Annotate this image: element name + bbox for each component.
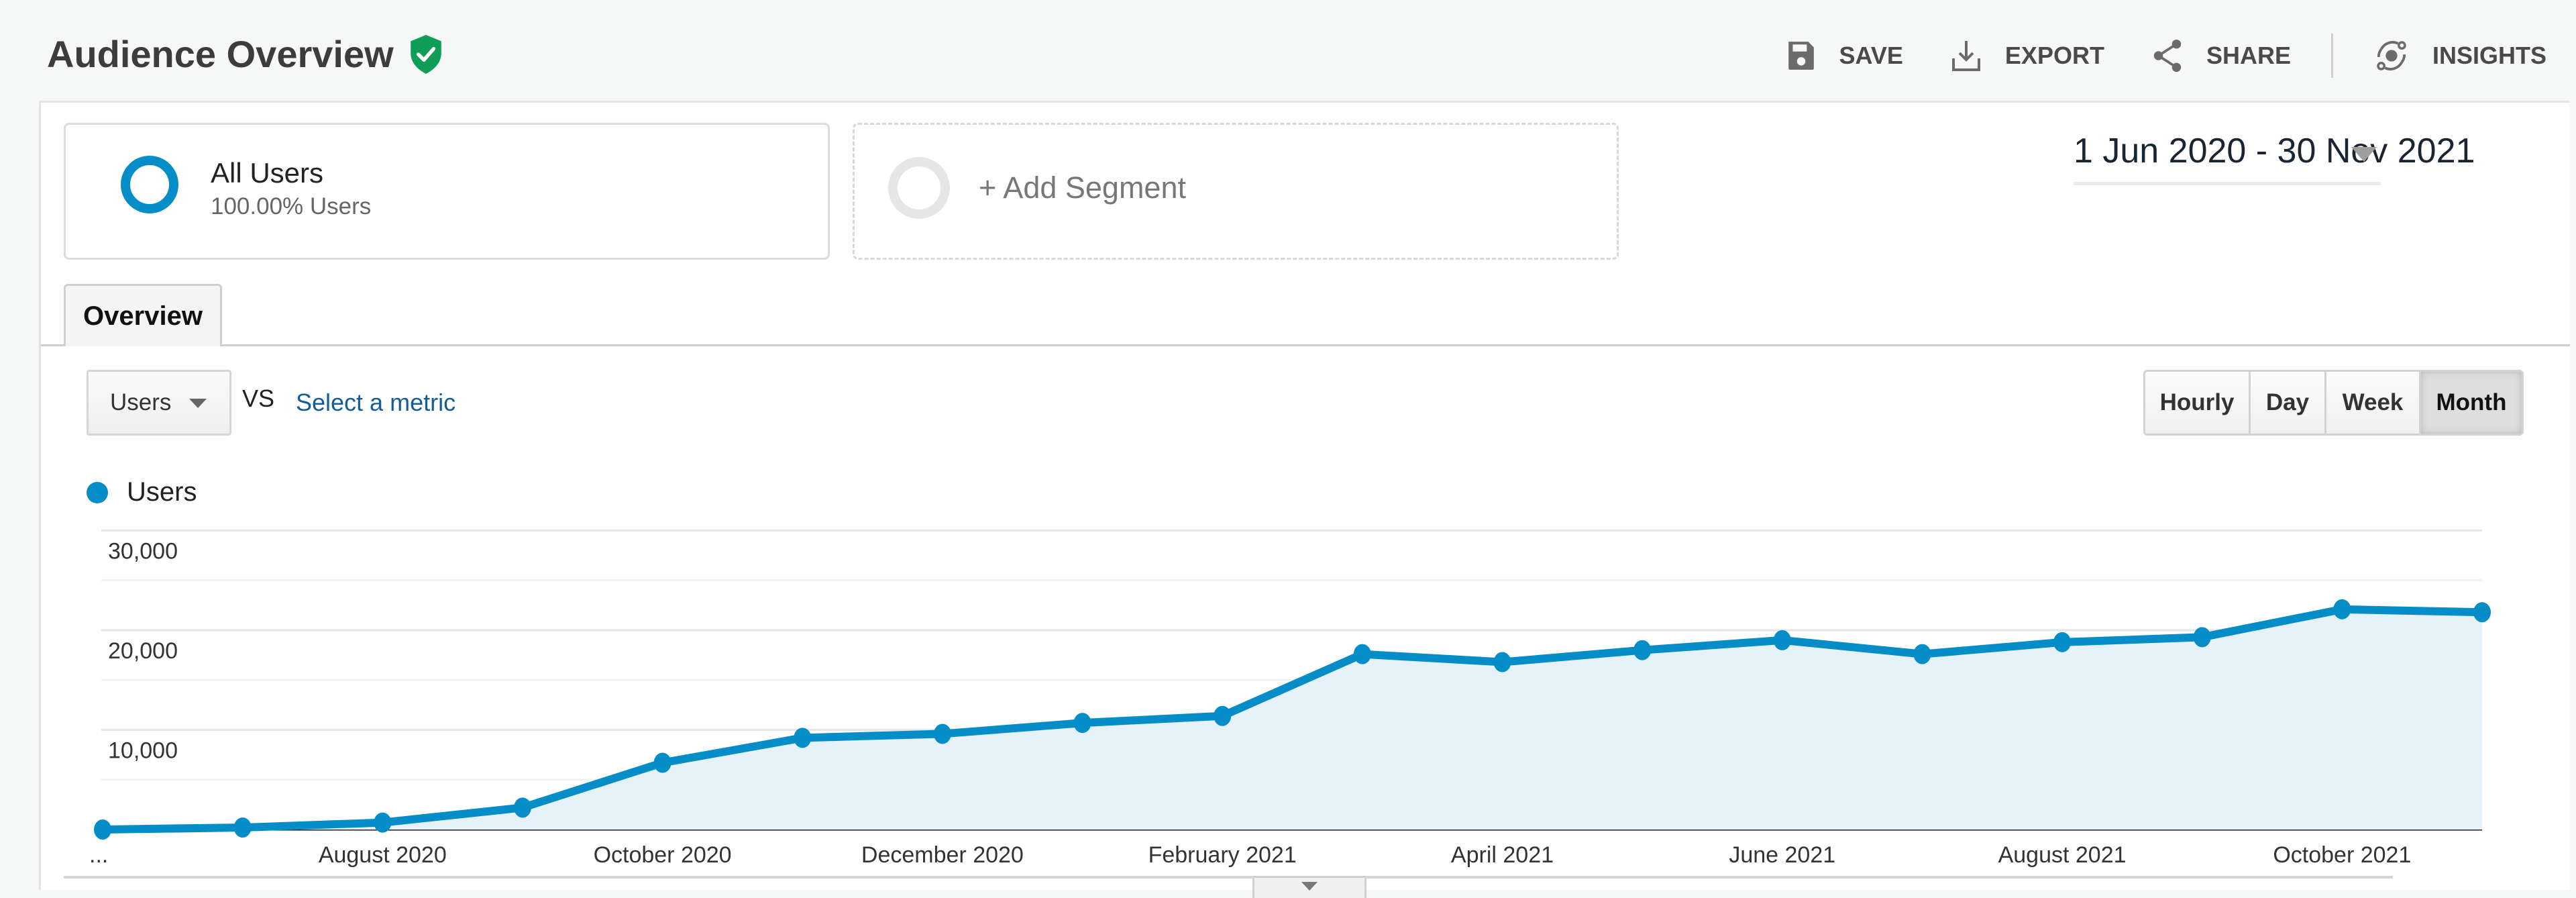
y-tick-label: 20,000 <box>108 638 178 664</box>
data-point-users <box>94 819 111 840</box>
data-point-users <box>2193 627 2211 648</box>
y-tick-label: 10,000 <box>108 738 178 764</box>
x-tick-label: February 2021 <box>1148 842 1297 868</box>
x-tick-label: June 2021 <box>1729 842 1835 868</box>
chart-container: 10,000 20,000 30,000 ... August 2020 October… <box>2 2 2576 890</box>
data-point-users <box>794 728 812 748</box>
data-point-users <box>653 752 672 773</box>
data-point-users <box>1214 705 1232 726</box>
x-tick-label: October 2021 <box>2273 842 2411 868</box>
data-point-users <box>1073 713 1091 734</box>
x-tick-label: October 2020 <box>594 842 732 868</box>
data-point-users <box>1633 640 1652 660</box>
data-point-users <box>1773 630 1791 650</box>
x-tick-label: April 2021 <box>1451 842 1554 868</box>
users-line-chart: 10,000 20,000 30,000 ... August 2020 October… <box>89 530 2491 868</box>
data-point-users <box>2053 632 2072 652</box>
data-point-users <box>2333 599 2351 619</box>
data-point-users <box>513 797 531 818</box>
y-tick-label: 30,000 <box>108 539 178 564</box>
data-point-users <box>374 812 392 833</box>
x-tick-label: December 2020 <box>861 842 1024 868</box>
data-point-users <box>1493 652 1511 672</box>
x-tick-label: August 2020 <box>319 842 447 868</box>
data-point-users <box>1353 644 1371 664</box>
report-panel: All Users 100.00% Users + Add Segment 1 … <box>39 101 2570 898</box>
x-tick-label: ... <box>89 842 108 868</box>
data-point-users <box>2473 602 2491 623</box>
data-point-users <box>233 817 252 838</box>
data-point-users <box>933 724 951 744</box>
data-point-users <box>1913 644 1931 664</box>
x-tick-label: August 2021 <box>1998 842 2127 868</box>
